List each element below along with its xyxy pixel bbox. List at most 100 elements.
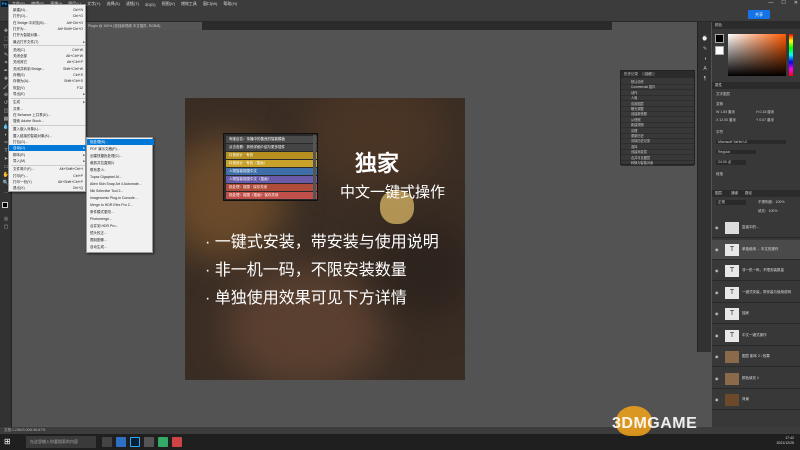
visibility-eye-icon[interactable]: ◉ (715, 247, 719, 252)
font-style-select[interactable]: Regular (716, 150, 756, 154)
plugin-action-item[interactable]: 人物智能抠图中文 (226, 168, 317, 175)
visibility-eye-icon[interactable]: ◉ (715, 268, 719, 273)
quick-mask-icon[interactable]: ◎ (2, 216, 10, 222)
layer-row[interactable]: ◉ T 独家 (712, 304, 800, 324)
file-menu-item[interactable]: 置入嵌入对象(L)... (9, 126, 87, 132)
file-menu-item[interactable]: 关闭全部 Alt+Ctrl+W (9, 53, 87, 59)
file-menu-item[interactable]: 在 Behance 上共享(D)... (9, 112, 87, 118)
paragraph-panel-icon[interactable]: ¶ (701, 76, 709, 82)
menu-plugins[interactable]: 增效工具 (181, 1, 197, 7)
foreground-color-swatch[interactable] (2, 202, 8, 208)
edge-browser-icon[interactable] (116, 437, 126, 447)
file-menu-item[interactable]: 最近打开文件(T) ▸ (9, 39, 87, 45)
character-panel-icon[interactable]: A (701, 66, 709, 72)
file-menu-item[interactable]: 脚本(R) ▸ (9, 152, 87, 158)
file-menu-item[interactable]: 自动(U) ▸ (9, 145, 87, 152)
brush-panel-icon[interactable]: ✎ (701, 46, 709, 52)
layer-row[interactable]: ◉ 复者中的... (712, 218, 800, 238)
plugin-action-item[interactable]: 抖音统计 · 有效（插画） (226, 160, 317, 167)
file-menu-item[interactable]: 打开为... Alt+Shift+Ctrl+O (9, 26, 87, 32)
action-row[interactable]: 转换为智能对象 (621, 160, 694, 166)
color-picker-field[interactable] (728, 34, 786, 76)
visibility-eye-icon[interactable]: ◉ (715, 311, 719, 316)
hue-slider[interactable] (789, 34, 793, 76)
blend-mode-select[interactable]: 正常 (716, 200, 746, 205)
file-menu-item[interactable]: 恢复(V) F12 (9, 85, 87, 91)
app-taskbar-icon[interactable] (158, 437, 168, 447)
file-menu-item[interactable]: 在 Bridge 中浏览(B)... Alt+Ctrl+O (9, 20, 87, 26)
file-menu-item[interactable]: 打包(G)... (9, 139, 87, 145)
file-menu-item[interactable]: 新建(N)... Ctrl+N (9, 7, 87, 13)
tab-history[interactable]: 历史记录 (621, 72, 641, 76)
submenu-item[interactable]: Merge to HDR Efex Pro 2... (87, 202, 154, 208)
submenu-item[interactable]: Topaz Gigapixel AI... (87, 174, 154, 180)
submenu-item[interactable]: 条件模式更改... (87, 209, 154, 215)
file-menu-item[interactable]: 导入(M) ▸ (9, 158, 87, 164)
tab-channels[interactable]: 通道 (731, 191, 738, 195)
submenu-item[interactable]: 联系表 II... (87, 167, 154, 173)
menu-filter[interactable]: 滤镜(T) (126, 1, 139, 7)
properties-height[interactable]: H 0.18 厘米 (756, 110, 774, 115)
tab-layers[interactable]: 图层 (715, 191, 722, 195)
layer-row[interactable]: ◉ T 单独使用 ... 中文的操作 (712, 239, 800, 260)
submenu-item[interactable]: 限制图像... (87, 237, 154, 243)
plugin-action-item[interactable]: 人物智能抠图中文（插画） (226, 176, 317, 183)
close-button[interactable]: ✕ (794, 0, 798, 6)
screen-mode-icon[interactable]: ▢ (2, 224, 10, 230)
submenu-item[interactable]: Imagenomic Plug-in Console... (87, 195, 154, 201)
submenu-item[interactable]: 创建快捷批处理(C)... (87, 153, 154, 159)
submenu-item[interactable]: 自动生成... (87, 244, 154, 250)
tab-actions[interactable]: 动作 (641, 72, 655, 76)
document-tab-2[interactable]: Plugin @ 100% (准独家视频 中文插件, RGB/8) (84, 22, 202, 30)
font-family-select[interactable]: Microsoft YaHei UI (716, 140, 786, 144)
photoshop-taskbar-icon[interactable] (130, 437, 140, 447)
menu-select[interactable]: 选择(S) (106, 1, 119, 7)
file-menu-item[interactable]: 退出(X) Ctrl+Q (9, 185, 87, 191)
file-menu-item[interactable]: 打开(O)... Ctrl+O (9, 13, 87, 19)
properties-width[interactable]: W 1.83 厘米 (716, 110, 735, 115)
visibility-eye-icon[interactable]: ◉ (715, 290, 719, 295)
submenu-item[interactable]: 镜头校正... (87, 230, 154, 236)
visibility-eye-icon[interactable]: ◉ (715, 397, 719, 402)
properties-x[interactable]: X 12.00 厘米 (716, 118, 736, 123)
layer-row[interactable]: ◉ 背景 (712, 390, 800, 410)
file-menu-item[interactable]: 生成 ▸ (9, 99, 87, 105)
plugin-action-item[interactable]: 批处理：抠图 · 保存关闭 (226, 184, 317, 191)
menu-type[interactable]: 文字(Y) (87, 1, 100, 7)
background-swatch[interactable] (715, 46, 724, 55)
layer-row[interactable]: ◉ T 非一机一码，不限安装数量 (712, 261, 800, 281)
submenu-item[interactable]: Nik Selective Tool 2... (87, 188, 154, 194)
maximize-button[interactable]: ☐ (781, 0, 785, 6)
windows-start-icon[interactable]: ⊞ (4, 438, 12, 446)
tab-paths[interactable]: 路径 (745, 191, 752, 195)
menu-view[interactable]: 视图(V) (162, 1, 175, 7)
file-menu-item[interactable]: 关闭并转到 Bridge... Shift+Ctrl+W (9, 66, 87, 72)
file-menu-item[interactable]: 打开为智能对象... (9, 32, 87, 38)
history-panel-icon[interactable]: ⌚ (701, 36, 709, 42)
font-size-input[interactable]: 24.00 点 (716, 160, 746, 165)
taskbar-search-input[interactable]: 在这里输入你要搜索的内容 (26, 436, 96, 448)
file-menu-item[interactable]: 置入链接的智能对象(K)... (9, 133, 87, 139)
menu-3d[interactable]: 3D(D) (145, 2, 156, 7)
layer-row[interactable]: ◉ T 中文一键式操作 (712, 326, 800, 346)
file-explorer-icon[interactable] (144, 437, 154, 447)
submenu-item[interactable]: 合并到 HDR Pro... (87, 223, 154, 229)
fill-field[interactable]: 填充：100% (758, 209, 777, 214)
minimize-button[interactable]: — (768, 0, 773, 6)
layer-row[interactable]: ◉ T 一键式安装，带安装与使用说明 (712, 283, 800, 303)
foreground-swatch[interactable] (715, 34, 724, 43)
file-menu-item[interactable]: 共享... (9, 106, 87, 112)
panel-scrollbar[interactable] (313, 135, 316, 199)
plugin-action-item[interactable]: 抖音统计 · 有效 (226, 152, 317, 159)
layer-row[interactable]: ◉ 图层 副本 2 / 效果 (712, 347, 800, 367)
properties-y[interactable]: Y 0.67 厘米 (756, 118, 774, 123)
app-taskbar-icon[interactable] (172, 437, 182, 447)
submenu-item[interactable]: 裁剪并拉直照片 (87, 160, 154, 166)
file-menu-item[interactable]: 导出(E) ▸ (9, 91, 87, 97)
submenu-item[interactable]: Alien Skin Snap Art 4 Automate... (87, 181, 154, 187)
layer-row[interactable]: ◉ 颜色填充 1 (712, 369, 800, 389)
file-menu-item[interactable]: 打印一份(Y) Alt+Shift+Ctrl+P (9, 179, 87, 185)
task-view-icon[interactable] (102, 437, 112, 447)
visibility-eye-icon[interactable]: ◉ (715, 354, 719, 359)
visibility-eye-icon[interactable]: ◉ (715, 225, 719, 230)
